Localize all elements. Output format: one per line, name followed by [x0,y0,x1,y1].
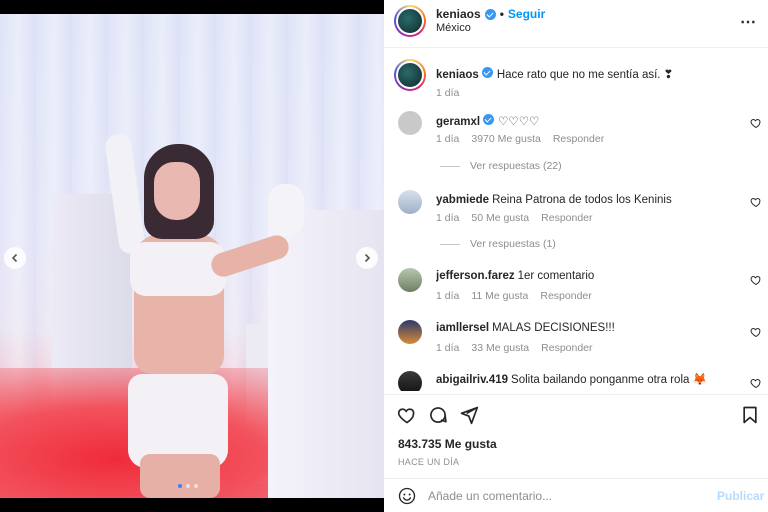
publish-button[interactable]: Publicar [717,489,764,503]
carousel-prev-button[interactable] [4,247,26,269]
commenter-avatar[interactable] [398,371,422,391]
comment-time[interactable]: 1 día [436,133,459,145]
follow-button[interactable]: Seguir [508,7,545,21]
photo-subject [100,124,304,498]
caption-time[interactable]: 1 día [436,87,459,99]
verified-badge-icon [484,8,496,20]
comment-likes[interactable]: 50 Me gusta [471,212,529,224]
reply-button[interactable]: Responder [553,133,604,145]
commenter-username[interactable]: yabmiede [436,194,489,206]
post-panel: keniaos • Seguir México ⋯ keniaos Hace ra… [384,0,768,512]
bookmark-icon[interactable] [740,405,760,425]
comment-text: ♡♡♡♡ [498,116,540,128]
comment-text: 1er comentario [517,270,595,282]
chevron-right-icon [364,253,371,263]
reply-button[interactable]: Responder [540,290,591,302]
post-location[interactable]: México [436,22,471,34]
comment-composer: Publicar [384,478,768,512]
author-avatar[interactable] [394,59,426,91]
share-paper-plane-icon[interactable] [459,405,479,425]
comment-time[interactable]: 1 día [436,212,459,224]
commenter-avatar[interactable] [398,268,422,292]
post-photo[interactable] [0,14,384,498]
comment-text: Reina Patrona de todos los Keninis [492,194,672,206]
commenter-avatar[interactable] [398,111,422,135]
view-replies-button[interactable]: Ver respuestas (1) [440,238,556,250]
carousel-dot [186,484,190,488]
chevron-left-icon [11,253,18,263]
commenter-username[interactable]: abigailriv.419 [436,374,508,386]
carousel-dot [194,484,198,488]
author-username[interactable]: keniaos [436,7,481,21]
comment-likes[interactable]: 3970 Me gusta [471,133,540,145]
author-avatar[interactable] [394,5,426,37]
reply-button[interactable]: Responder [541,342,592,354]
caption-username[interactable]: keniaos [436,69,479,81]
commenter-username[interactable]: geramxl [436,116,480,128]
heart-icon[interactable] [750,377,762,389]
more-options-icon[interactable]: ⋯ [740,12,757,32]
heart-icon[interactable] [750,326,762,338]
carousel-indicator [178,484,198,488]
comment-time[interactable]: 1 día [436,290,459,302]
post-timestamp[interactable]: HACE UN DÍA [398,457,459,467]
comment-text: Solita bailando ponganme otra rola 🦊 [511,374,707,386]
carousel-next-button[interactable] [356,247,378,269]
comments-list: keniaos Hace rato que no me sentía así. ❣… [384,49,768,391]
commenter-username[interactable]: iamllersel [436,322,489,334]
comment-text: MALAS DECISIONES!!! [492,322,615,334]
heart-icon[interactable] [750,274,762,286]
caption-text: Hace rato que no me sentía así. ❣ [496,69,674,81]
heart-icon[interactable] [750,196,762,208]
comment-likes[interactable]: 33 Me gusta [471,342,529,354]
commenter-avatar[interactable] [398,190,422,214]
carousel-dot [178,484,182,488]
likes-count[interactable]: 843.735 Me gusta [398,437,497,451]
separator-dot: • [499,7,504,21]
commenter-avatar[interactable] [398,320,422,344]
like-heart-icon[interactable] [397,405,417,425]
post-header: keniaos • Seguir México ⋯ [384,0,768,48]
comment-time[interactable]: 1 día [436,342,459,354]
commenter-username[interactable]: jefferson.farez [436,270,515,282]
emoji-icon[interactable] [398,487,416,505]
comment-likes[interactable]: 11 Me gusta [471,290,528,302]
verified-badge-icon [483,114,495,125]
comment-bubble-icon[interactable] [428,405,448,425]
action-bar [384,394,768,434]
heart-icon[interactable] [750,117,762,129]
reply-button[interactable]: Responder [541,212,592,224]
verified-badge-icon [481,67,493,78]
comment-input[interactable] [428,488,708,504]
post-media [0,0,384,512]
view-replies-button[interactable]: Ver respuestas (22) [440,160,562,172]
